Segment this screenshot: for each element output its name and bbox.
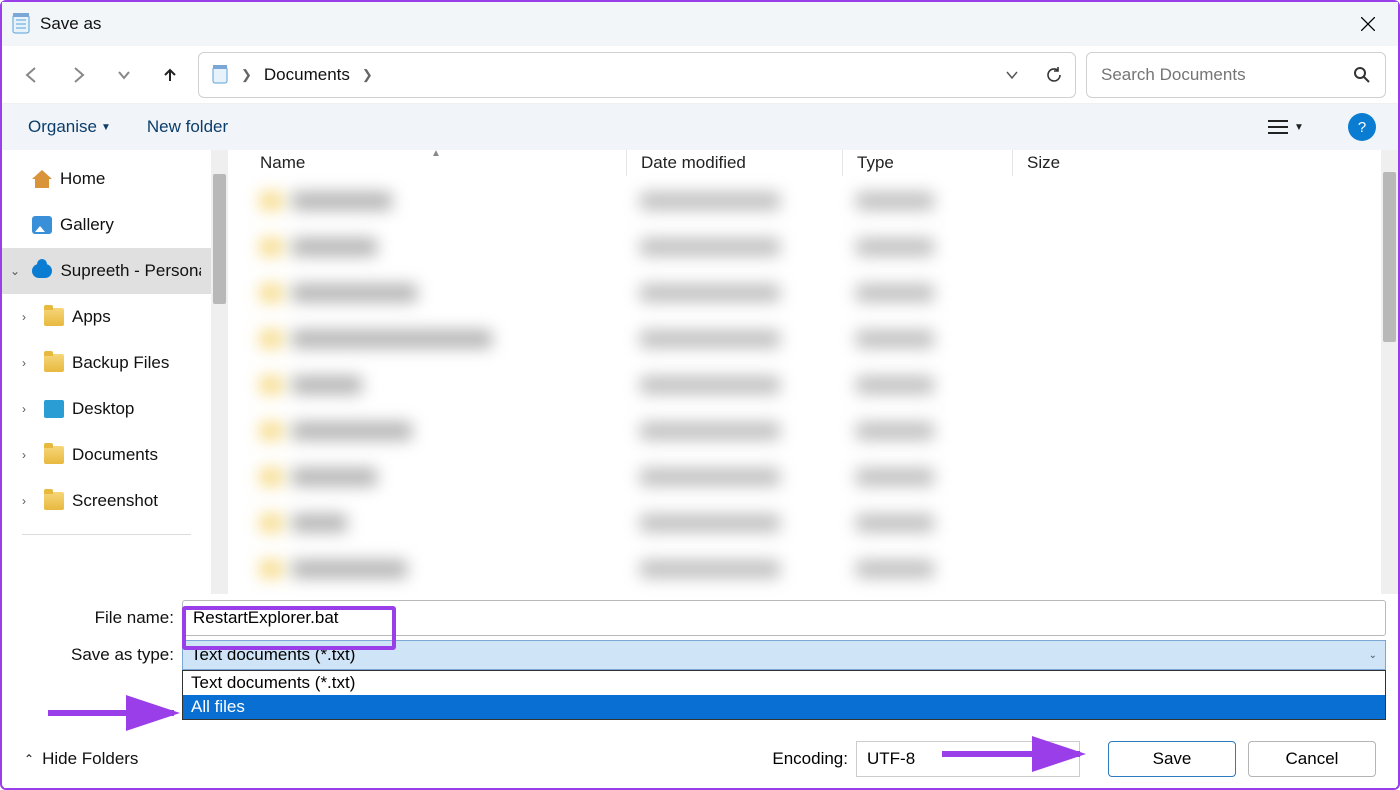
sidebar-item-backup-files[interactable]: › Backup Files	[2, 340, 211, 386]
address-bar[interactable]: ❯ Documents ❯	[198, 52, 1076, 98]
file-row	[246, 416, 1398, 446]
annotation-arrow-allfiles	[48, 701, 188, 725]
file-row	[246, 186, 1398, 216]
folder-icon	[44, 308, 64, 326]
navigation-row: ❯ Documents ❯	[2, 46, 1398, 104]
savetype-dropdown: Text documents (*.txt)All files	[182, 670, 1386, 720]
sidebar-item-screenshot[interactable]: › Screenshot	[2, 478, 211, 524]
sidebar-scrollbar[interactable]	[211, 150, 228, 594]
chevron-right-icon: ›	[22, 448, 26, 462]
file-row	[246, 370, 1398, 400]
breadcrumb-separator: ❯	[362, 67, 373, 83]
chevron-right-icon: ›	[22, 494, 26, 508]
refresh-icon[interactable]	[1045, 66, 1063, 84]
column-headers: ▲Name Date modified Type Size	[246, 150, 1398, 176]
file-rows-blurred	[246, 176, 1398, 594]
help-button[interactable]: ?	[1348, 113, 1376, 141]
new-folder-button[interactable]: New folder	[143, 111, 232, 143]
sidebar-item-label: Home	[60, 169, 105, 189]
home-icon	[32, 170, 52, 188]
file-row	[246, 554, 1398, 584]
column-name[interactable]: ▲Name	[246, 150, 626, 176]
chevron-up-icon: ⌃	[24, 752, 34, 766]
sidebar-item-label: Gallery	[60, 215, 114, 235]
breadcrumb-separator: ❯	[241, 67, 252, 83]
sidebar-item-label: Backup Files	[72, 353, 169, 373]
sidebar-item-label: Desktop	[72, 399, 134, 419]
savetype-option-text-documents-txt-[interactable]: Text documents (*.txt)	[183, 671, 1385, 695]
sidebar-item-home[interactable]: Home	[2, 156, 211, 202]
gallery-icon	[32, 216, 52, 234]
folder-icon	[44, 492, 64, 510]
breadcrumb-current[interactable]: Documents	[264, 65, 350, 85]
cancel-button[interactable]: Cancel	[1248, 741, 1376, 777]
column-type[interactable]: Type	[842, 150, 1012, 176]
navigation-pane: Home Gallery ⌄ Supreeth - Personal › Apps › Bac…	[2, 150, 228, 594]
title-bar: Save as	[2, 2, 1398, 46]
recent-dropdown[interactable]	[106, 57, 142, 93]
search-icon	[1353, 66, 1371, 84]
file-row	[246, 508, 1398, 538]
chevron-right-icon: ›	[22, 310, 26, 324]
sidebar-item-apps[interactable]: › Apps	[2, 294, 211, 340]
save-button[interactable]: Save	[1108, 741, 1236, 777]
filename-label: File name:	[14, 608, 182, 628]
chevron-down-icon: ⌄	[1369, 650, 1377, 661]
file-row	[246, 278, 1398, 308]
sidebar-item-label: Supreeth - Personal	[60, 261, 201, 281]
chevron-down-icon: ⌄	[10, 264, 20, 278]
close-button[interactable]	[1346, 2, 1390, 46]
sidebar-item-supreeth-personal[interactable]: ⌄ Supreeth - Personal	[2, 248, 211, 294]
sidebar-item-label: Screenshot	[72, 491, 158, 511]
chevron-right-icon: ›	[22, 356, 26, 370]
forward-button[interactable]	[60, 57, 96, 93]
filelist-scrollbar[interactable]	[1381, 150, 1398, 594]
chevron-right-icon: ›	[22, 402, 26, 416]
encoding-label: Encoding:	[772, 749, 848, 769]
save-inputs: File name: Save as type: Text documents …	[2, 594, 1398, 670]
main-area: Home Gallery ⌄ Supreeth - Personal › Apps › Bac…	[2, 150, 1398, 594]
sidebar-item-label: Documents	[72, 445, 158, 465]
sidebar-item-label: Apps	[72, 307, 111, 327]
folder-icon	[44, 354, 64, 372]
up-button[interactable]	[152, 57, 188, 93]
sidebar-item-gallery[interactable]: Gallery	[2, 202, 211, 248]
filename-input[interactable]	[182, 600, 1386, 636]
location-icon	[211, 65, 229, 85]
file-row	[246, 324, 1398, 354]
bottom-bar: ⌃ Hide Folders Encoding: Save Cancel	[4, 730, 1396, 788]
savetype-select[interactable]: Text documents (*.txt) ⌄	[182, 640, 1386, 670]
search-box[interactable]	[1086, 52, 1386, 98]
file-list: ▲Name Date modified Type Size	[228, 150, 1398, 594]
savetype-label: Save as type:	[14, 645, 182, 665]
file-row	[246, 232, 1398, 262]
folder-icon	[44, 446, 64, 464]
sidebar-item-documents[interactable]: › Documents	[2, 432, 211, 478]
organise-menu[interactable]: Organise▼	[24, 111, 115, 143]
sidebar-item-desktop[interactable]: › Desktop	[2, 386, 211, 432]
column-size[interactable]: Size	[1012, 150, 1172, 176]
view-options-button[interactable]: ▼	[1268, 119, 1306, 135]
back-button[interactable]	[14, 57, 50, 93]
cloud-icon	[32, 264, 52, 278]
search-input[interactable]	[1101, 65, 1353, 85]
window-title: Save as	[40, 14, 1346, 34]
encoding-select[interactable]	[856, 741, 1080, 777]
savetype-value: Text documents (*.txt)	[191, 645, 355, 665]
file-row	[246, 462, 1398, 492]
column-date[interactable]: Date modified	[626, 150, 842, 176]
notepad-app-icon	[10, 13, 32, 35]
history-dropdown-icon[interactable]	[1005, 68, 1019, 82]
hide-folders-button[interactable]: ⌃ Hide Folders	[24, 749, 138, 769]
savetype-option-all-files[interactable]: All files	[183, 695, 1385, 719]
command-toolbar: Organise▼ New folder ▼ ?	[2, 104, 1398, 150]
desktop-icon	[44, 400, 64, 418]
